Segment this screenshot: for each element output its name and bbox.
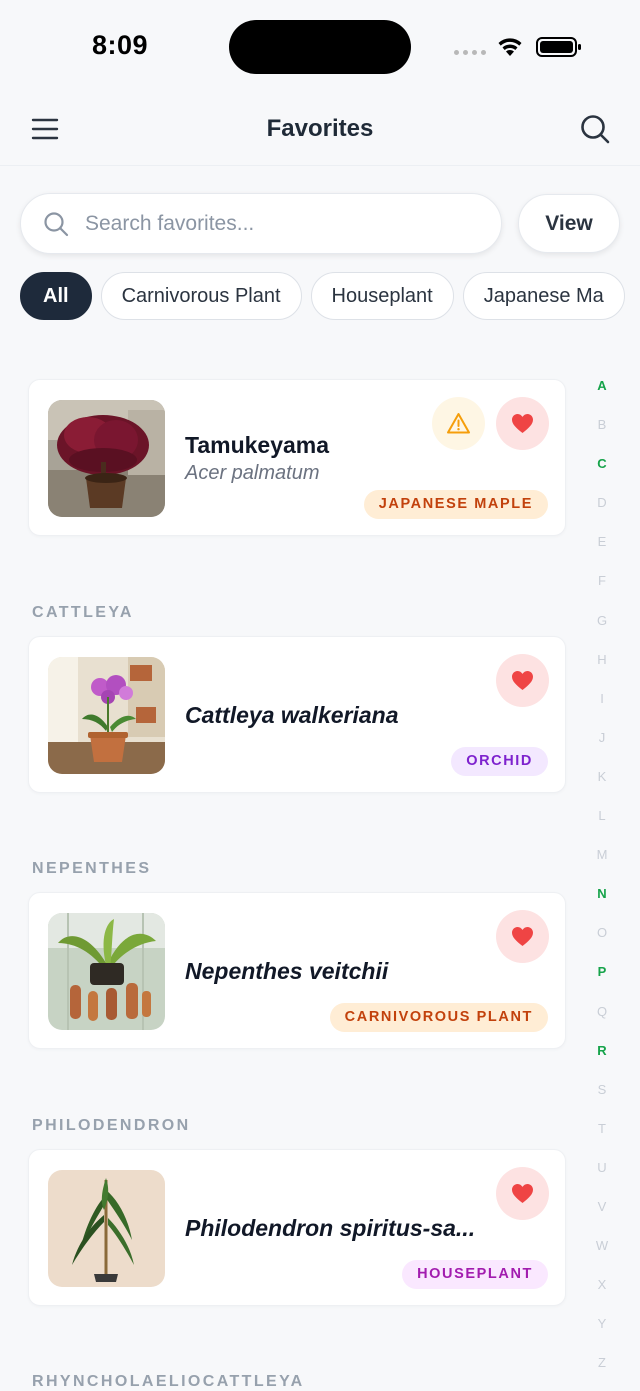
plant-card-cattleya-walkeriana[interactable]: Cattleya walkeriana ORCHID [28, 636, 566, 793]
alphabet-index-letter-u[interactable]: U [586, 1158, 618, 1197]
warning-icon [447, 413, 470, 434]
plant-card-philodendron-spiritus-sancti[interactable]: Philodendron spiritus-sa... HOUSEPLANT [28, 1149, 566, 1306]
alphabet-index-letter-p[interactable]: P [586, 962, 618, 1001]
alphabet-index-letter-c[interactable]: C [586, 454, 618, 493]
alphabet-index-letter-f[interactable]: F [586, 571, 618, 610]
search-box[interactable] [20, 193, 502, 254]
alphabet-index-letter-w[interactable]: W [586, 1236, 618, 1275]
section-header-nepenthes: NEPENTHES [32, 860, 152, 877]
status-time: 8:09 [92, 30, 149, 60]
section-header-philodendron: PHILODENDRON [32, 1117, 191, 1134]
alphabet-index-letter-l[interactable]: L [586, 806, 618, 845]
chip-houseplant[interactable]: Houseplant [310, 272, 454, 320]
chip-japanese-maple[interactable]: Japanese Ma [462, 272, 625, 320]
search-icon [44, 212, 69, 237]
alphabet-index-letter-z[interactable]: Z [586, 1353, 618, 1391]
wifi-icon [498, 38, 522, 56]
alphabet-index-letter-n[interactable]: N [586, 884, 618, 923]
alphabet-index-letter-h[interactable]: H [586, 650, 618, 689]
search-icon[interactable] [578, 112, 612, 146]
category-tag: JAPANESE MAPLE [363, 490, 548, 519]
alphabet-index-letter-s[interactable]: S [586, 1080, 618, 1119]
alphabet-index-letter-v[interactable]: V [586, 1197, 618, 1236]
plant-photo [48, 400, 165, 517]
alphabet-index-letter-e[interactable]: E [586, 532, 618, 571]
page-title: Favorites [266, 115, 374, 142]
plant-name: Philodendron spiritus-sa... [185, 1215, 476, 1241]
plant-photo [48, 657, 165, 774]
heart-icon [512, 1183, 533, 1204]
alphabet-index-letter-o[interactable]: O [586, 923, 618, 962]
alphabet-index-letter-x[interactable]: X [586, 1275, 618, 1314]
favorite-button[interactable] [496, 910, 549, 963]
view-button[interactable]: View [518, 194, 620, 253]
plant-card-tamukeyama[interactable]: Tamukeyama Acer palmatum JAPANESE MAPLE [28, 379, 566, 536]
section-header-rhyncholaeliocattleya: RHYNCHOLAELIOCATTLEYA [32, 1373, 305, 1390]
category-tag: ORCHID [451, 747, 548, 776]
warning-button[interactable] [432, 397, 485, 450]
alphabet-index-letter-a[interactable]: A [586, 376, 618, 415]
alphabet-index-letter-b[interactable]: B [586, 415, 618, 454]
status-bar: 8:09 [0, 0, 640, 92]
alphabet-index-letter-y[interactable]: Y [586, 1314, 618, 1353]
section-header-cattleya: CATTLEYA [32, 604, 134, 621]
plant-name: Tamukeyama [185, 432, 330, 458]
heart-icon [512, 413, 533, 434]
alphabet-index-letter-k[interactable]: K [586, 767, 618, 806]
alphabet-index-letter-r[interactable]: R [586, 1041, 618, 1080]
alphabet-index-letter-g[interactable]: G [586, 611, 618, 650]
alphabet-index: ABCDEFGHIJKLMNOPQRSTUVWXYZ [586, 376, 618, 1391]
cellular-signal-icon [454, 50, 486, 55]
plant-name: Nepenthes veitchii [185, 958, 389, 984]
category-tag: HOUSEPLANT [402, 1260, 548, 1289]
dynamic-island [229, 20, 411, 74]
search-input[interactable] [85, 206, 485, 242]
favorite-button[interactable] [496, 654, 549, 707]
heart-icon [512, 670, 533, 691]
heart-icon [512, 926, 533, 947]
favorite-button[interactable] [496, 1167, 549, 1220]
alphabet-index-letter-t[interactable]: T [586, 1119, 618, 1158]
filter-chips: All Carnivorous Plant Houseplant Japanese M… [20, 272, 640, 320]
plant-photo [48, 913, 165, 1030]
chip-all[interactable]: All [20, 272, 92, 320]
chip-carnivorous-plant[interactable]: Carnivorous Plant [100, 272, 302, 320]
alphabet-index-letter-d[interactable]: D [586, 493, 618, 532]
plant-photo [48, 1170, 165, 1287]
alphabet-index-letter-i[interactable]: I [586, 689, 618, 728]
category-tag: CARNIVOROUS PLANT [329, 1003, 548, 1032]
favorite-button[interactable] [496, 397, 549, 450]
alphabet-index-letter-j[interactable]: J [586, 728, 618, 767]
plant-card-nepenthes-veitchii[interactable]: Nepenthes veitchii CARNIVOROUS PLANT [28, 892, 566, 1049]
battery-icon [536, 37, 581, 57]
plant-scientific-name: Acer palmatum [185, 462, 320, 484]
alphabet-index-letter-m[interactable]: M [586, 845, 618, 884]
app-header: Favorites [0, 92, 640, 166]
alphabet-index-letter-q[interactable]: Q [586, 1002, 618, 1041]
plant-name: Cattleya walkeriana [185, 702, 399, 728]
